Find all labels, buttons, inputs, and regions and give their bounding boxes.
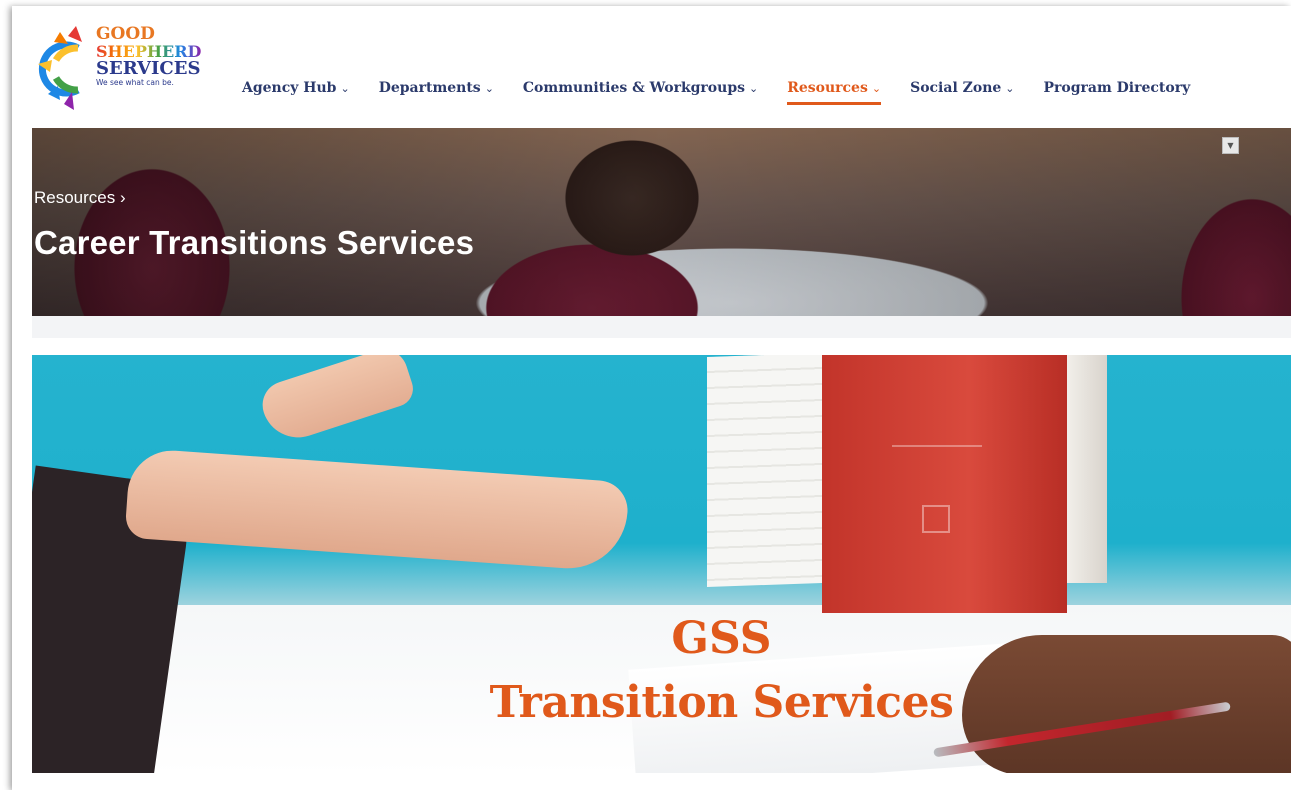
chevron-down-icon[interactable]: ▼ (1222, 137, 1239, 154)
nav-label: Communities & Workgroups (522, 80, 745, 96)
nav-social-zone[interactable]: Social Zone ⌄ (910, 80, 1014, 96)
breadcrumb[interactable]: Resources › (34, 188, 126, 208)
nav-resources[interactable]: Resources ⌄ (787, 80, 882, 105)
site-logo[interactable]: GOOD SHEPHERD SERVICES We see what can b… (38, 20, 218, 120)
nav-label: Agency Hub (242, 80, 337, 96)
nav-label: Social Zone (910, 80, 1002, 96)
chevron-down-icon: ⌄ (340, 82, 350, 95)
logo-line-services: SERVICES (96, 58, 201, 79)
nav-program-directory[interactable]: Program Directory (1044, 80, 1191, 96)
banner-open-hand (124, 447, 630, 573)
logo-wordmark: GOOD SHEPHERD SERVICES We see what can b… (96, 26, 201, 88)
chevron-down-icon: ⌄ (1005, 82, 1015, 95)
nav-agency-hub[interactable]: Agency Hub ⌄ (242, 80, 350, 96)
banner-red-folder (822, 355, 1067, 613)
logo-line-good: GOOD (96, 24, 155, 44)
logo-tagline: We see what can be. (96, 78, 174, 87)
nav-departments[interactable]: Departments ⌄ (379, 80, 494, 96)
nav-label: Resources (787, 80, 868, 96)
banner-heading-gss: GSS (671, 613, 772, 664)
banner-thumb (256, 355, 418, 447)
logo-mark-icon (38, 26, 82, 110)
nav-label: Departments (378, 80, 481, 96)
banner-folder-edge (1067, 355, 1107, 583)
main-nav: Agency Hub ⌄ Departments ⌄ Communities & W… (242, 80, 1191, 105)
nav-label: Program Directory (1043, 80, 1191, 96)
hero-banner: Resources › Career Transitions Services … (32, 128, 1291, 316)
transition-services-banner: GSS Transition Services (32, 355, 1291, 773)
page-title: Career Transitions Services (34, 224, 475, 261)
chevron-down-icon: ⌄ (871, 82, 882, 95)
banner-folder-pages (707, 355, 822, 588)
chevron-down-icon: ⌄ (484, 82, 494, 95)
site-header: GOOD SHEPHERD SERVICES We see what can b… (12, 6, 1291, 128)
page-bottom (32, 773, 1291, 790)
nav-communities-workgroups[interactable]: Communities & Workgroups ⌄ (523, 80, 758, 96)
chevron-down-icon: ⌄ (749, 82, 759, 95)
section-divider (32, 316, 1291, 338)
banner-heading-transition-services: Transition Services (489, 677, 954, 728)
